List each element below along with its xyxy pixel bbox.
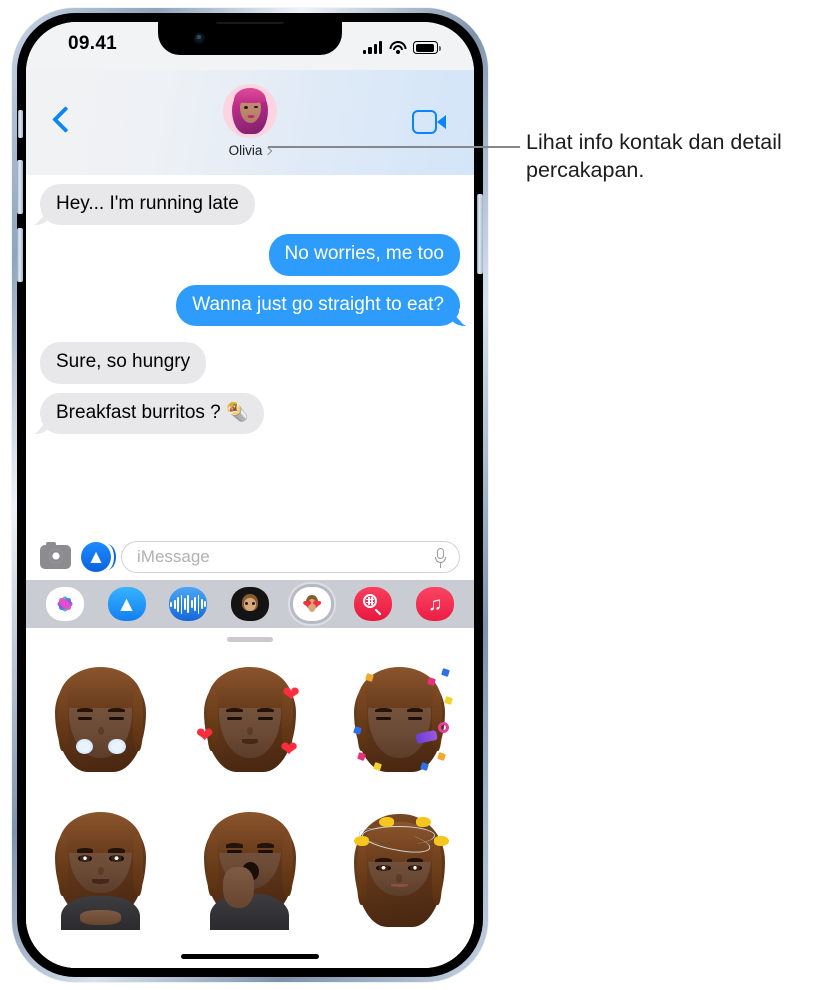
magnifying-glass-icon: [363, 594, 383, 616]
heart-icon: ❤: [280, 737, 298, 761]
contact-avatar-memoji[interactable]: [223, 84, 277, 138]
iphone-frame: 09.41 Olivia Hey... I'm running late No …: [12, 8, 488, 982]
contact-name-row[interactable]: Olivia: [228, 143, 273, 158]
heart-icon: ❤: [195, 723, 214, 747]
message-bubble-sent[interactable]: No worries, me too: [268, 234, 460, 276]
bird-icon: [353, 835, 369, 846]
bird-icon: [378, 816, 394, 827]
volume-down-button[interactable]: [17, 228, 23, 282]
bird-icon: [434, 835, 450, 846]
back-chevron-icon[interactable]: [52, 104, 74, 134]
memoji-sticker-steam-nose[interactable]: [49, 665, 153, 785]
bird-icon: [415, 816, 431, 827]
stickers-app-icon[interactable]: ❤ ❤: [292, 587, 331, 621]
memoji-face-icon: [239, 593, 261, 615]
sticker-cell[interactable]: [26, 652, 175, 797]
wifi-icon: [389, 41, 406, 54]
app-store-icon[interactable]: ▲: [81, 542, 116, 572]
memoji-sticker-tray[interactable]: ❤ ❤ ❤: [26, 628, 474, 968]
status-bar-indicators: [363, 36, 441, 54]
power-button[interactable]: [477, 194, 483, 274]
sticker-cell[interactable]: [26, 797, 175, 942]
mute-switch[interactable]: [18, 110, 23, 138]
message-input-placeholder: iMessage: [137, 547, 210, 566]
earpiece-speaker: [215, 22, 285, 24]
photos-pinwheel: [54, 593, 76, 615]
cellular-signal-icon: [363, 41, 382, 54]
memoji-sticker-birds[interactable]: [347, 810, 451, 930]
photos-app-icon[interactable]: [45, 587, 84, 621]
callout-annotation: Lihat info kontak dan detail percakapan.: [492, 128, 822, 185]
screenshot-stage: 09.41 Olivia Hey... I'm running late No …: [0, 0, 830, 990]
contact-name: Olivia: [228, 143, 263, 158]
message-bubble-received[interactable]: Hey... I'm running late: [31, 184, 255, 226]
microphone-icon[interactable]: [435, 548, 446, 568]
message-row: Hey... I'm running late: [26, 184, 474, 226]
drag-handle[interactable]: [227, 637, 273, 642]
phone-screen: 09.41 Olivia Hey... I'm running late No …: [26, 22, 474, 968]
notch: [158, 22, 342, 55]
sticker-cell[interactable]: ❤ ❤ ❤: [175, 652, 324, 797]
memoji-sticker-smile[interactable]: [49, 810, 153, 930]
sticker-cell[interactable]: [175, 797, 324, 942]
facetime-video-icon[interactable]: [412, 110, 446, 134]
callout-text: Lihat info kontak dan detail percakapan.: [526, 130, 782, 183]
message-text: Breakfast burritos ?: [56, 401, 221, 423]
message-bubble-received[interactable]: Sure, so hungry: [40, 342, 207, 384]
message-row: Breakfast burritos ? 🌯: [26, 392, 474, 435]
leader-line: [268, 146, 520, 149]
phone-bezel: 09.41 Olivia Hey... I'm running late No …: [17, 13, 483, 977]
steam-puff-right: [107, 738, 126, 755]
memoji-stickers-icon: ❤ ❤: [299, 593, 325, 615]
sticker-cell[interactable]: [325, 797, 474, 942]
home-indicator[interactable]: [181, 954, 319, 959]
message-bubble-sent[interactable]: Wanna just go straight to eat?: [176, 284, 469, 327]
heart-icon: ❤: [282, 682, 300, 706]
camera-icon[interactable]: [40, 542, 71, 569]
waveform-icon: [170, 594, 207, 614]
memoji-sticker-yawn[interactable]: [198, 810, 302, 930]
imessage-app-drawer[interactable]: ▲ ❤ ❤ ♫: [26, 580, 474, 628]
digital-touch-app-icon[interactable]: [169, 587, 208, 621]
message-row: Wanna just go straight to eat?: [26, 284, 474, 327]
party-horn-swirl: [438, 722, 450, 734]
memoji-sticker-hearts[interactable]: ❤ ❤ ❤: [195, 665, 302, 785]
battery-icon: [413, 41, 441, 54]
volume-up-button[interactable]: [17, 160, 23, 214]
memoji-sticker-party-horn[interactable]: [347, 665, 454, 785]
conversation-header: Olivia: [26, 70, 474, 175]
sticker-grid: ❤ ❤ ❤: [26, 652, 474, 942]
message-input-field[interactable]: iMessage: [121, 541, 460, 573]
message-input-bar: ▲ iMessage: [26, 534, 474, 580]
message-bubble-received[interactable]: Breakfast burritos ? 🌯: [30, 392, 265, 435]
memoji-app-icon[interactable]: [230, 587, 269, 621]
music-app-icon[interactable]: ♫: [416, 587, 455, 621]
message-thread[interactable]: Hey... I'm running late No worries, me t…: [26, 175, 474, 968]
front-camera: [194, 33, 205, 44]
status-bar-time: 09.41: [68, 33, 118, 54]
sticker-cell[interactable]: [325, 652, 474, 797]
app-store-app-icon[interactable]: ▲: [107, 587, 146, 621]
burrito-emoji: 🌯: [226, 401, 249, 422]
images-app-icon[interactable]: [354, 587, 393, 621]
message-row: No worries, me too: [26, 234, 474, 276]
message-row: Sure, so hungry: [26, 342, 474, 384]
